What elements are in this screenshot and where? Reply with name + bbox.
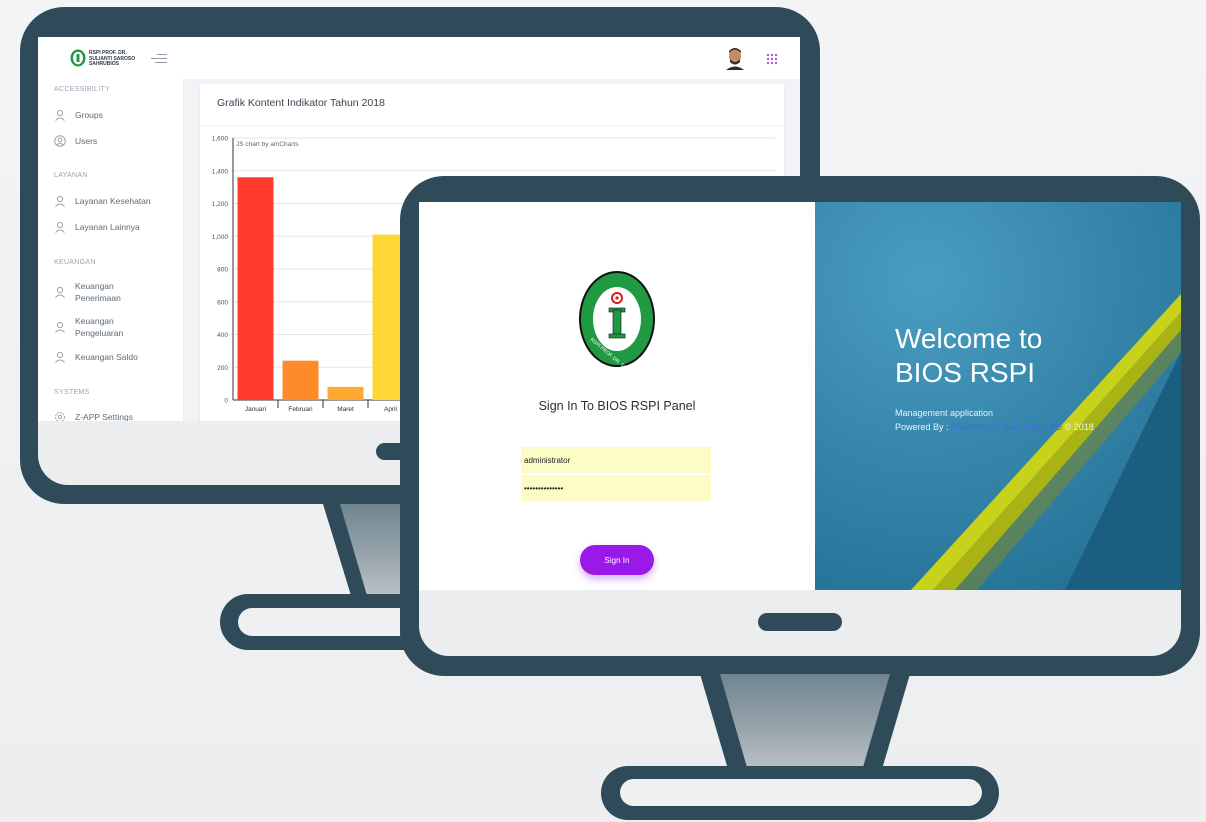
- sidebar-item-keuangan-saldo[interactable]: Keuangan Saldo: [54, 351, 138, 363]
- sidebar-item-label: Groups: [75, 110, 103, 120]
- y-tick-label: 400: [217, 332, 228, 339]
- sidebar-item-layanan-lainnya[interactable]: Layanan Lainnya: [54, 221, 140, 233]
- sidebar-section-keuangan: KEUANGAN: [54, 259, 96, 266]
- y-tick-label: 1,000: [212, 234, 229, 241]
- sidebar-item-users[interactable]: Users: [54, 135, 97, 147]
- front-monitor-neck-inner: [720, 674, 890, 768]
- sidebar-item-groups[interactable]: Groups: [54, 109, 103, 121]
- signin-button[interactable]: Sign In: [580, 545, 654, 575]
- user-icon: [54, 351, 66, 363]
- chart-credit: JS chart by amCharts: [236, 141, 299, 148]
- welcome-line-1: Welcome to: [895, 323, 1043, 354]
- x-tick-label: Februari: [288, 406, 312, 413]
- sidebar-item-label: Keuangan Pengeluaran: [75, 316, 124, 338]
- sidebar-item-layanan-kesehatan[interactable]: Layanan Kesehatan: [54, 195, 151, 207]
- bar-januari: [237, 177, 274, 400]
- sidebar-item-zapp-settings[interactable]: Z-APP Settings: [54, 411, 133, 421]
- x-tick-label: Januari: [245, 406, 266, 413]
- x-tick-label: April: [384, 406, 398, 413]
- y-tick-label: 0: [224, 398, 228, 405]
- sidebar-item-keuangan-pengeluaran[interactable]: Keuangan Pengeluaran: [54, 315, 135, 339]
- avatar[interactable]: [724, 46, 746, 70]
- powered-prefix: Powered By :: [895, 422, 949, 432]
- y-tick-label: 600: [217, 299, 228, 306]
- bar-maret: [327, 386, 364, 400]
- brand-text: RSPI PROF. DR. SULIANTI SAROSO SAHRUBIOS: [89, 50, 135, 68]
- top-bar: [183, 37, 800, 80]
- sidebar-item-label: Keuangan Penerimaan: [75, 281, 121, 303]
- app-subtitle: Management application: [895, 408, 994, 418]
- y-tick-label: 200: [217, 365, 228, 372]
- brand-line-3: SAHRUBIOS: [89, 61, 120, 67]
- user-icon: [54, 286, 66, 298]
- user-circle-icon: [54, 135, 66, 147]
- username-field[interactable]: [521, 447, 711, 473]
- y-tick-label: 1,600: [212, 136, 229, 143]
- y-tick-label: 800: [217, 267, 228, 274]
- menu-toggle-icon[interactable]: [151, 54, 167, 64]
- sidebar-item-label: Keuangan Saldo: [75, 352, 138, 362]
- login-panel: RSPI PROF. DR. SULIANTI SAROSO Sign In T…: [419, 202, 815, 590]
- password-field[interactable]: [521, 475, 711, 501]
- sidebar-section-systems: SYSTEMS: [54, 389, 90, 396]
- front-monitor-screen: RSPI PROF. DR. SULIANTI SAROSO Sign In T…: [419, 202, 1181, 590]
- user-icon: [54, 195, 66, 207]
- sidebar-item-label: Users: [75, 136, 98, 146]
- sidebar: RSPI PROF. DR. SULIANTI SAROSO SAHRUBIOS…: [38, 37, 184, 421]
- powered-suffix: © 2018: [1064, 422, 1094, 432]
- sidebar-item-label: Layanan Lainnya: [75, 222, 140, 232]
- welcome-line-2: BIOS RSPI: [895, 357, 1036, 388]
- signin-title: Sign In To BIOS RSPI Panel: [538, 399, 696, 413]
- y-tick-label: 1,400: [212, 168, 229, 175]
- sidebar-item-keuangan-penerimaan[interactable]: Keuangan Penerimaan: [54, 280, 135, 304]
- user-icon: [54, 321, 66, 333]
- brand-logo: [70, 49, 86, 67]
- sidebar-section-accessibility: ACCESSIBILITY: [54, 86, 111, 93]
- user-icon: [54, 221, 66, 233]
- logo-icon: [70, 49, 86, 67]
- front-monitor-base-inner: [620, 779, 982, 806]
- apps-grid-icon[interactable]: [766, 52, 778, 65]
- welcome-panel: Welcome to BIOS RSPI Management applicat…: [815, 202, 1181, 590]
- y-tick-label: 1,200: [212, 201, 229, 208]
- powered-by: Powered By : ShahRBIOS SaRoHSaHRU © 2018: [895, 422, 1094, 432]
- sidebar-section-layanan: LAYANAN: [54, 172, 88, 179]
- bar-februari: [282, 360, 319, 400]
- x-tick-label: Maret: [337, 406, 354, 413]
- gear-icon: [54, 411, 66, 421]
- sidebar-item-label: Layanan Kesehatan: [75, 196, 151, 206]
- welcome-heading: Welcome to BIOS RSPI: [895, 322, 1042, 390]
- user-icon: [54, 109, 66, 121]
- sidebar-item-label: Z-APP Settings: [75, 412, 133, 421]
- diagonal-stripe-decoration: [911, 294, 1181, 590]
- front-monitor-notch: [758, 613, 842, 631]
- powered-link[interactable]: ShahRBIOS SaRoHSaHRU: [951, 422, 1062, 432]
- chart-card-title: Grafik Kontent Indikator Tahun 2018: [217, 97, 385, 109]
- rspi-logo: RSPI PROF. DR. SULIANTI SAROSO: [578, 270, 657, 396]
